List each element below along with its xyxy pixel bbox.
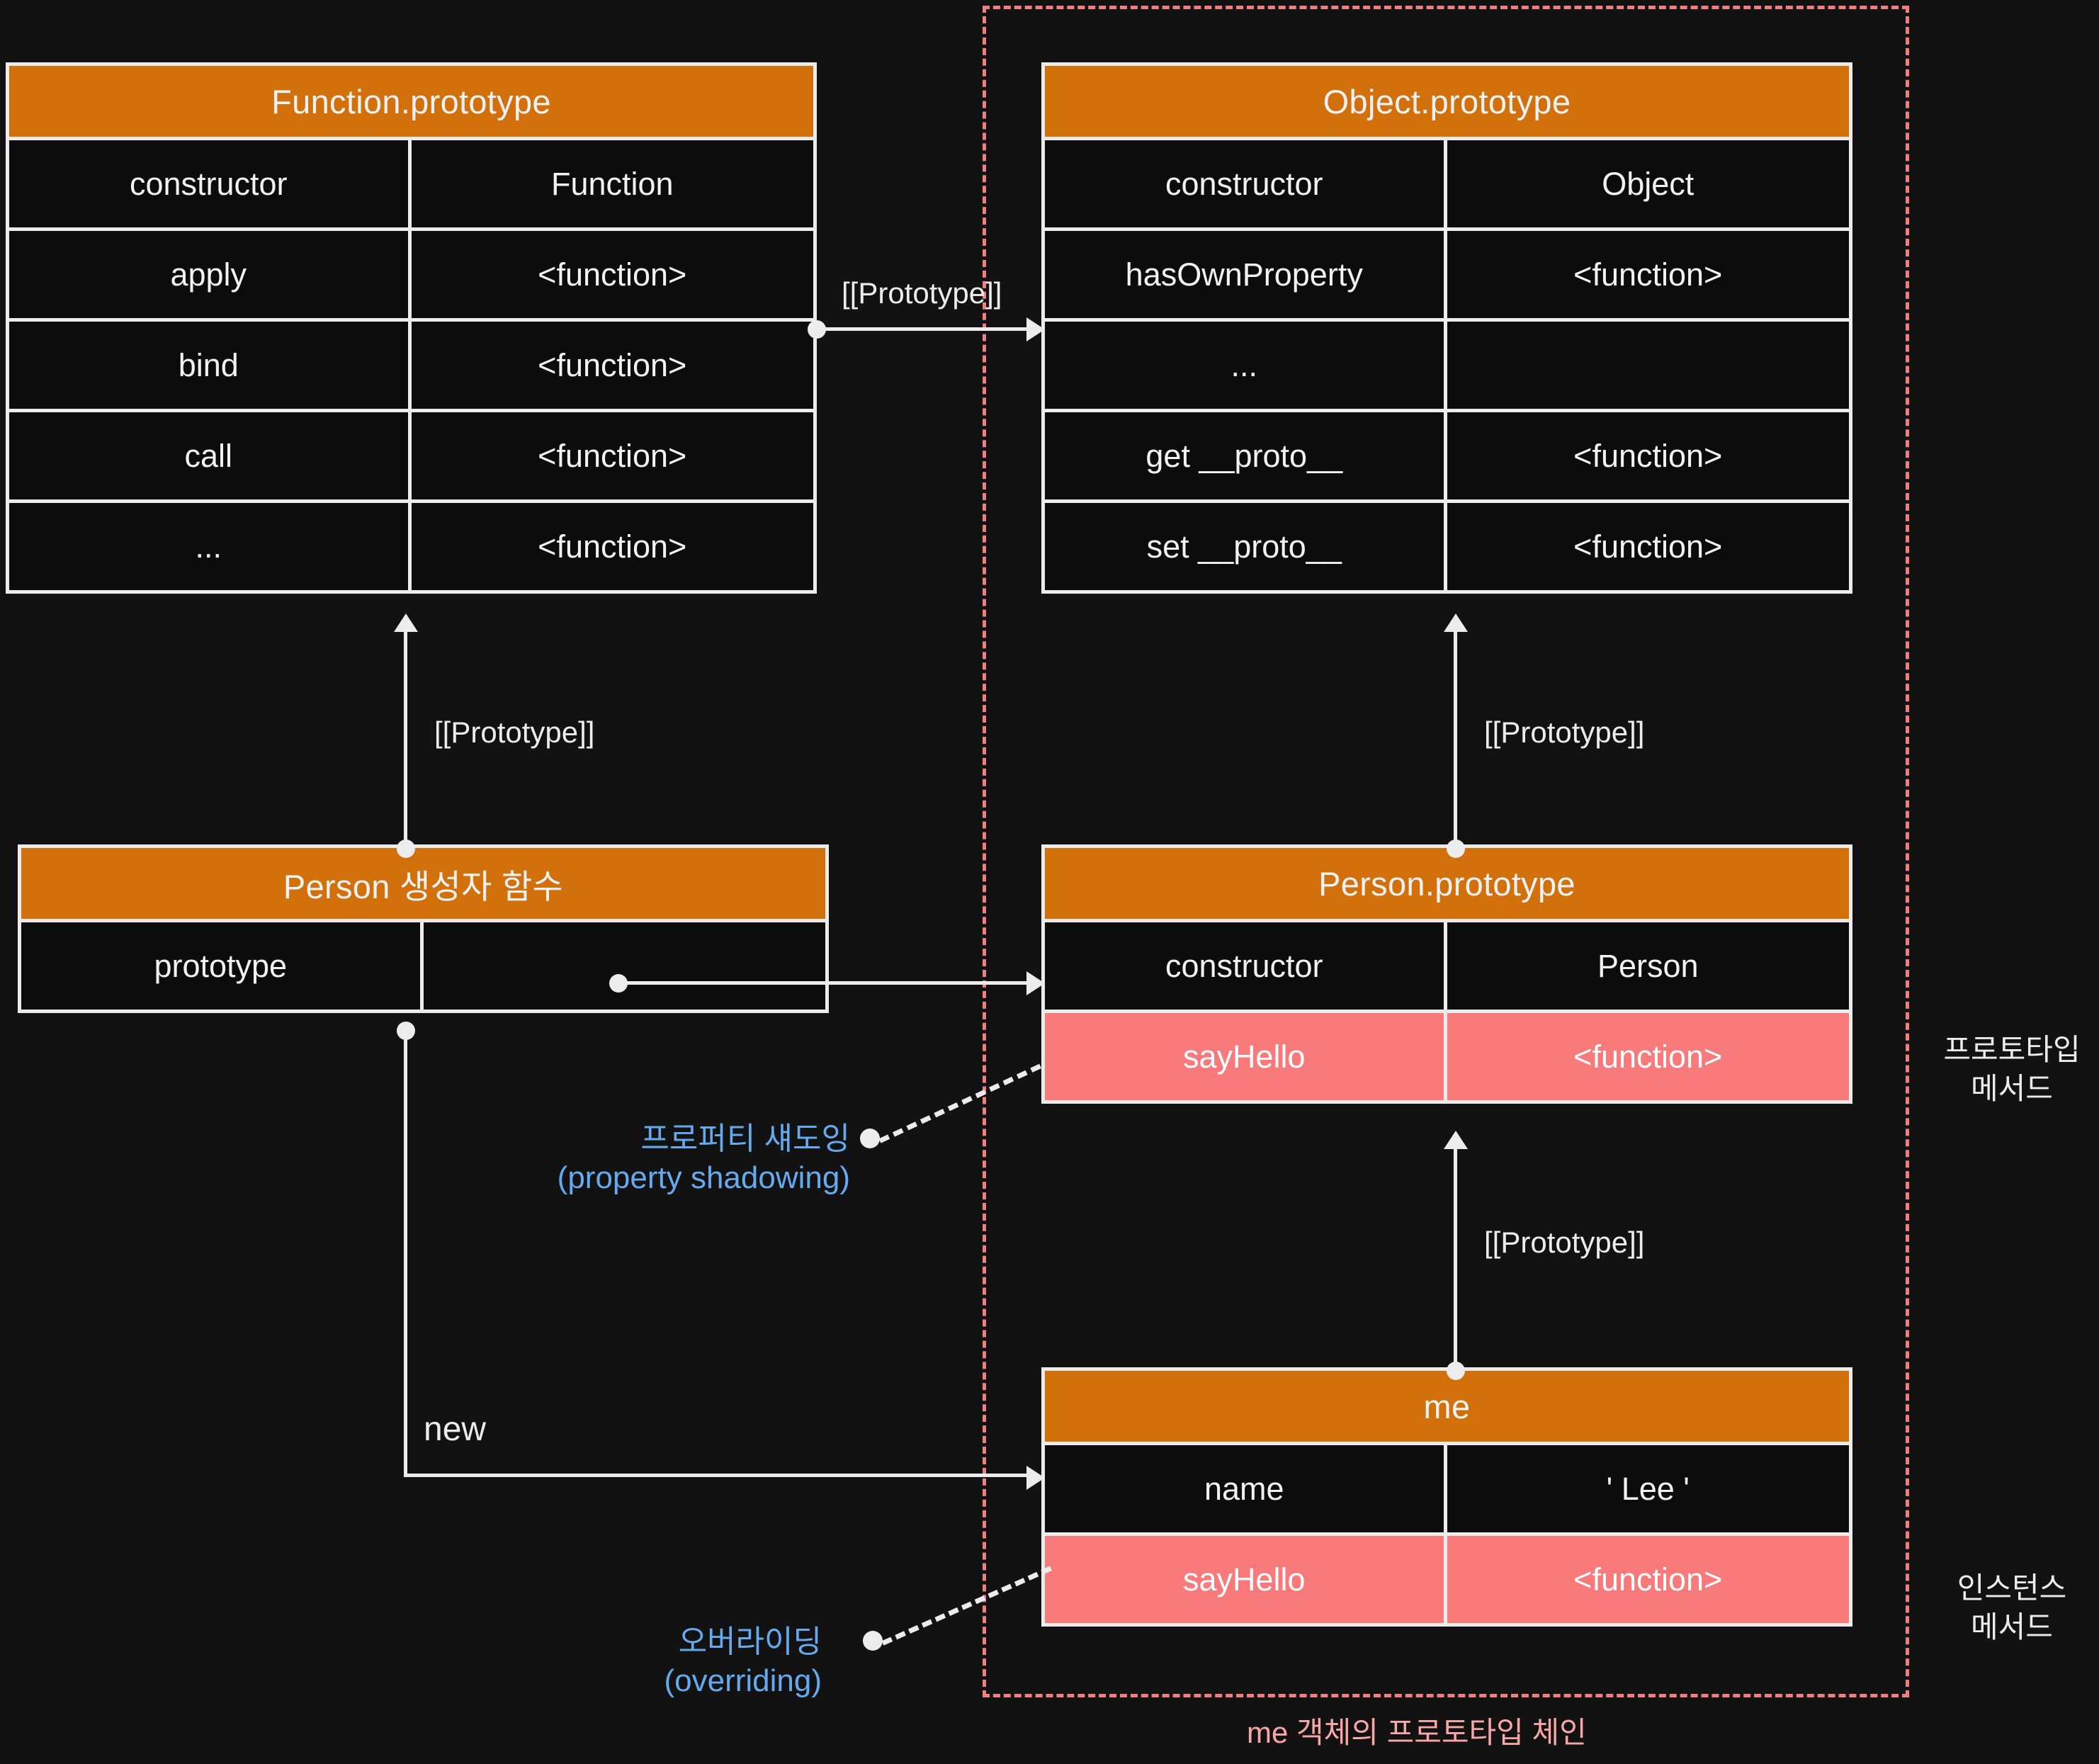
property-value: Object [1447,140,1849,227]
object-prototype-box: Object.prototype constructor Object hasO… [1041,62,1852,594]
property-value: <function> [411,412,813,499]
property-key: constructor [9,140,412,227]
edge-arrowhead-icon [1026,971,1045,995]
table-row: set __proto__ <function> [1041,503,1852,594]
prototype-method-label-line1: 프로토타입 [1943,1033,2081,1066]
table-row-shadowed: sayHello <function> [1041,1013,1852,1104]
overriding-label-en: (overriding) [664,1663,822,1698]
property-key: constructor [1045,922,1447,1010]
property-value: <function> [1447,503,1849,590]
edge-label-prototype: [[Prototype]] [1484,1226,1645,1259]
property-value [1447,322,1849,409]
property-key: sayHello [1045,1013,1447,1100]
person-constructor-box: Person 생성자 함수 prototype [18,844,829,1013]
table-row: constructor Person [1041,922,1852,1013]
table-row: ... <function> [6,503,817,594]
table-row-overridden: sayHello <function> [1041,1536,1852,1627]
property-key: ... [9,503,412,590]
edge-arrowhead-icon [394,614,418,632]
edge-arrowhead-icon [1444,614,1468,632]
property-key: get __proto__ [1045,412,1447,499]
property-key: call [9,412,412,499]
edge-label-new: new [424,1410,487,1448]
edge-line [1454,631,1457,847]
property-shadowing-annotation: 프로퍼티 섀도잉 (property shadowing) [354,1119,850,1197]
annotation-leader-line [881,1566,1052,1646]
property-value: <function> [411,231,813,318]
table-row: call <function> [6,412,817,503]
table-row: name ' Lee ' [1041,1445,1852,1536]
edge-arrowhead-icon [1026,317,1045,341]
table-row: constructor Object [1041,140,1852,231]
table-row: constructor Function [6,140,817,231]
property-key: constructor [1045,140,1447,227]
table-row: ... [1041,322,1852,412]
table-row: hasOwnProperty <function> [1041,231,1852,322]
edge-label-prototype: [[Prototype]] [434,716,595,749]
edge-arrowhead-icon [1444,1131,1468,1149]
me-object-title: me [1041,1367,1852,1445]
property-key: prototype [21,922,424,1010]
edge-label-prototype: [[Prototype]] [842,276,1002,310]
instance-method-label-line1: 인스턴스 [1957,1571,2067,1605]
property-value: <function> [1447,1536,1849,1623]
property-value: ' Lee ' [1447,1445,1849,1532]
property-value: <function> [1447,1013,1849,1100]
edge-line [618,981,1031,985]
table-row: get __proto__ <function> [1041,412,1852,503]
edge-arrowhead-icon [1026,1466,1045,1490]
property-key: sayHello [1045,1536,1447,1623]
property-value: <function> [411,322,813,409]
edge-line [1454,1148,1457,1371]
edge-line [404,1031,407,1477]
prototype-chain-diagram: Function.prototype constructor Function … [0,0,2099,1764]
annotation-leader-line [878,1063,1042,1143]
property-value [423,922,825,1010]
instance-method-side-label: 인스턴스 메서드 [1930,1569,2093,1646]
prototype-method-side-label: 프로토타입 메서드 [1930,1031,2093,1108]
property-value: <function> [1447,231,1849,318]
property-key: hasOwnProperty [1045,231,1447,318]
property-shadowing-label-ko: 프로퍼티 섀도잉 [640,1121,850,1156]
instance-method-label-line2: 메서드 [1971,1610,2053,1644]
property-shadowing-label-en: (property shadowing) [557,1160,850,1195]
property-value: <function> [1447,412,1849,499]
table-row: bind <function> [6,322,817,412]
annotation-anchor-dot [860,1129,880,1148]
property-value: <function> [411,503,813,590]
table-row: prototype [18,922,829,1013]
overriding-annotation: 오버라이딩 (overriding) [354,1622,822,1700]
property-key: bind [9,322,412,409]
property-key: apply [9,231,412,318]
property-value: Function [411,140,813,227]
overriding-label-ko: 오버라이딩 [678,1624,822,1659]
edge-line [817,327,1031,331]
edge-label-prototype: [[Prototype]] [1484,716,1645,749]
person-constructor-title: Person 생성자 함수 [18,844,829,922]
property-key: ... [1045,322,1447,409]
function-prototype-box: Function.prototype constructor Function … [6,62,817,594]
object-prototype-title: Object.prototype [1041,62,1852,140]
function-prototype-title: Function.prototype [6,62,817,140]
annotation-anchor-dot [863,1631,883,1651]
me-object-box: me name ' Lee ' sayHello <function> [1041,1367,1852,1627]
table-row: apply <function> [6,231,817,322]
prototype-method-label-line2: 메서드 [1971,1071,2053,1105]
property-key: name [1045,1445,1447,1532]
edge-line [404,631,407,847]
property-value: Person [1447,922,1849,1010]
person-prototype-title: Person.prototype [1041,844,1852,922]
property-key: set __proto__ [1045,503,1447,590]
person-prototype-box: Person.prototype constructor Person sayH… [1041,844,1852,1104]
prototype-chain-caption: me 객체의 프로토타입 체인 [1247,1716,1587,1749]
edge-line [404,1474,1033,1477]
